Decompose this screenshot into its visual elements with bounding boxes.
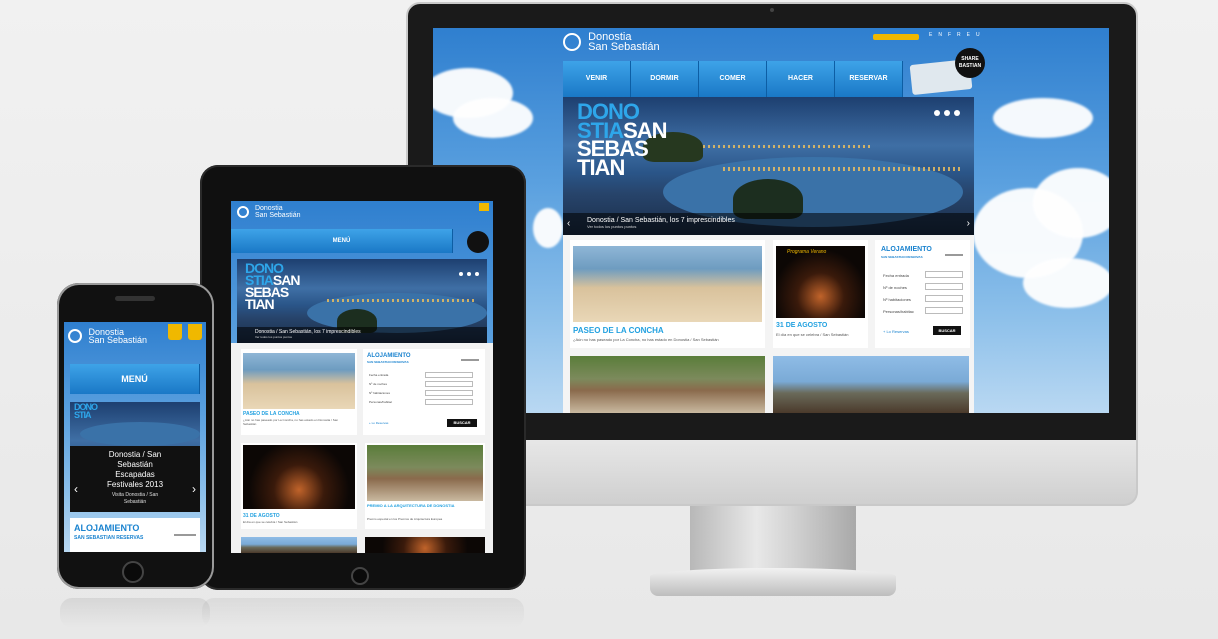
- logo-mark-icon: [68, 329, 82, 343]
- phone-heart-tab[interactable]: [168, 324, 182, 340]
- buscar-button[interactable]: BUSCAR: [447, 419, 477, 427]
- noches-select[interactable]: [925, 283, 963, 290]
- reservas-link[interactable]: + Lo Reservas: [883, 329, 909, 334]
- aloj-sub: SAN SEBASTIAN RESERVAS: [881, 255, 923, 259]
- hero-caption: Donostia / San Sebastián, los 7 impresci…: [587, 217, 735, 224]
- main-nav: VENIR DORMIR COMER HACER RESERVAR: [563, 61, 903, 97]
- tablet-yellow-tab[interactable]: [479, 203, 489, 211]
- site-logo[interactable]: Donostia San Sebastián: [563, 32, 660, 53]
- phone-screen: Donostia San Sebastián MENÚ DONO STIA Do…: [64, 322, 206, 552]
- noches-select[interactable]: [425, 381, 473, 387]
- slider-dots[interactable]: [455, 263, 479, 281]
- tablet-home-button[interactable]: [351, 567, 369, 585]
- personas-select[interactable]: [425, 399, 473, 405]
- share-badge[interactable]: [467, 231, 489, 253]
- hero-caption-bar: Donostia / San Sebastián, los 7 impresci…: [237, 327, 487, 343]
- card-text: El día en que se celebra / San Sebastián: [776, 332, 849, 337]
- card-paseo[interactable]: PASEO DE LA CONCHA ¿Aún no has paseado p…: [570, 240, 765, 348]
- nav-reservar[interactable]: RESERVAR: [835, 61, 903, 97]
- monitor-stand-neck: [690, 506, 856, 574]
- alojamiento-widget: ALOJAMIENTO SAN SEBASTIAN RESERVAS Fecha…: [875, 240, 970, 348]
- aloj-title: ALOJAMIENTO: [881, 246, 932, 253]
- slider-dots[interactable]: [930, 103, 960, 121]
- share-badge[interactable]: SHARE BASTIAN: [955, 48, 985, 78]
- aloj-field-labels: Fecha entrada Nº de noches Nº habitacion…: [883, 273, 914, 314]
- alojamiento-widget: ALOJAMIENTO SAN SEBASTIAN RESERVAS Fecha…: [363, 349, 485, 435]
- phone-reflection: [60, 598, 210, 628]
- phone-caption: Donostia / San Sebastián Escapadas Festi…: [70, 446, 200, 512]
- bed-icon: [945, 247, 963, 256]
- site-logo[interactable]: Donostia San Sebastián: [68, 328, 147, 345]
- site-logo[interactable]: Donostia San Sebastián: [237, 205, 301, 219]
- top-yellow-pill[interactable]: [873, 34, 919, 40]
- phone-plus-tab[interactable]: [188, 324, 202, 340]
- slider-next-icon[interactable]: ›: [192, 482, 196, 496]
- card-image-sculpture[interactable]: [773, 356, 969, 413]
- nav-hacer[interactable]: HACER: [767, 61, 835, 97]
- logo-mark-icon: [237, 206, 249, 218]
- bed-icon: [174, 526, 196, 536]
- monitor-screen: Donostia San Sebastián ENFREU VENIR DORM…: [433, 28, 1109, 413]
- nav-venir[interactable]: VENIR: [563, 61, 631, 97]
- phone-speaker: [115, 296, 155, 301]
- phone-hero-slider[interactable]: DONO STIA Donostia / San Sebastián Escap…: [70, 402, 200, 512]
- language-switcher[interactable]: ENFREU: [929, 32, 986, 38]
- reservas-link[interactable]: + Lo Reservas: [369, 421, 388, 425]
- card-agosto[interactable]: 31 DE AGOSTO El día en que se celebra / …: [241, 443, 357, 529]
- card-title: PASEO DE LA CONCHA: [573, 326, 664, 335]
- monitor-stand-base: [650, 568, 896, 596]
- nav-comer[interactable]: COMER: [699, 61, 767, 97]
- slider-prev-icon[interactable]: ‹: [74, 482, 78, 496]
- card-image-night[interactable]: [365, 537, 485, 553]
- card-agosto[interactable]: Programa Verano 31 DE AGOSTO El día en q…: [773, 240, 868, 348]
- card-top-label: Programa Verano: [787, 249, 827, 255]
- hero-title: DONO STIA: [74, 402, 98, 420]
- fecha-input[interactable]: [425, 372, 473, 378]
- habitaciones-select[interactable]: [425, 390, 473, 396]
- logo-line2: San Sebastián: [588, 41, 660, 53]
- tablet-menu-button[interactable]: MENÚ: [231, 229, 453, 253]
- slider-next-icon[interactable]: ›: [967, 218, 970, 229]
- card-title: 31 DE AGOSTO: [776, 322, 828, 329]
- phone-home-button[interactable]: [122, 561, 144, 583]
- personas-select[interactable]: [925, 307, 963, 314]
- hero-caption-bar: Donostia / San Sebastián, los 7 impresci…: [563, 213, 974, 235]
- phone-alojamiento[interactable]: ALOJAMIENTO SAN SEBASTIAN RESERVAS: [70, 518, 200, 552]
- habitaciones-select[interactable]: [925, 295, 963, 302]
- hero-slider[interactable]: DONO STIASAN SEBAS TIAN Donostia / San S…: [563, 97, 974, 235]
- hero-title: DONO STIASAN SEBAS TIAN: [577, 99, 668, 181]
- card-arquitectura[interactable]: PREMIO A LA ARQUITECTURA DE DONOSTIA Pre…: [365, 443, 485, 529]
- buscar-button[interactable]: BUSCAR: [933, 326, 961, 335]
- bed-icon: [461, 353, 479, 361]
- tablet-screen: Donostia San Sebastián MENÚ DONO STIASAN…: [231, 201, 493, 553]
- slider-prev-icon[interactable]: ‹: [567, 218, 570, 229]
- tablet-hero-slider[interactable]: DONO STIASAN SEBAS TIAN Donostia / San S…: [237, 259, 487, 343]
- hero-caption-sub[interactable]: Ver todos los puntos puntos: [587, 224, 950, 229]
- card-image-architecture[interactable]: [570, 356, 765, 413]
- fecha-input[interactable]: [925, 271, 963, 278]
- tablet-reflection: [202, 598, 524, 628]
- nav-dormir[interactable]: DORMIR: [631, 61, 699, 97]
- hero-title: DONO STIASAN SEBAS TIAN: [245, 260, 300, 312]
- phone-menu-button[interactable]: MENÚ: [70, 364, 200, 394]
- webcam-icon: [770, 8, 774, 12]
- card-image-sculpture[interactable]: [241, 537, 357, 553]
- logo-mark-icon: [563, 33, 581, 51]
- card-text: ¿Aún no has paseado por La Concha, no ha…: [573, 337, 719, 342]
- card-paseo[interactable]: PASEO DE LA CONCHA ¿Aún no has paseado p…: [241, 349, 357, 435]
